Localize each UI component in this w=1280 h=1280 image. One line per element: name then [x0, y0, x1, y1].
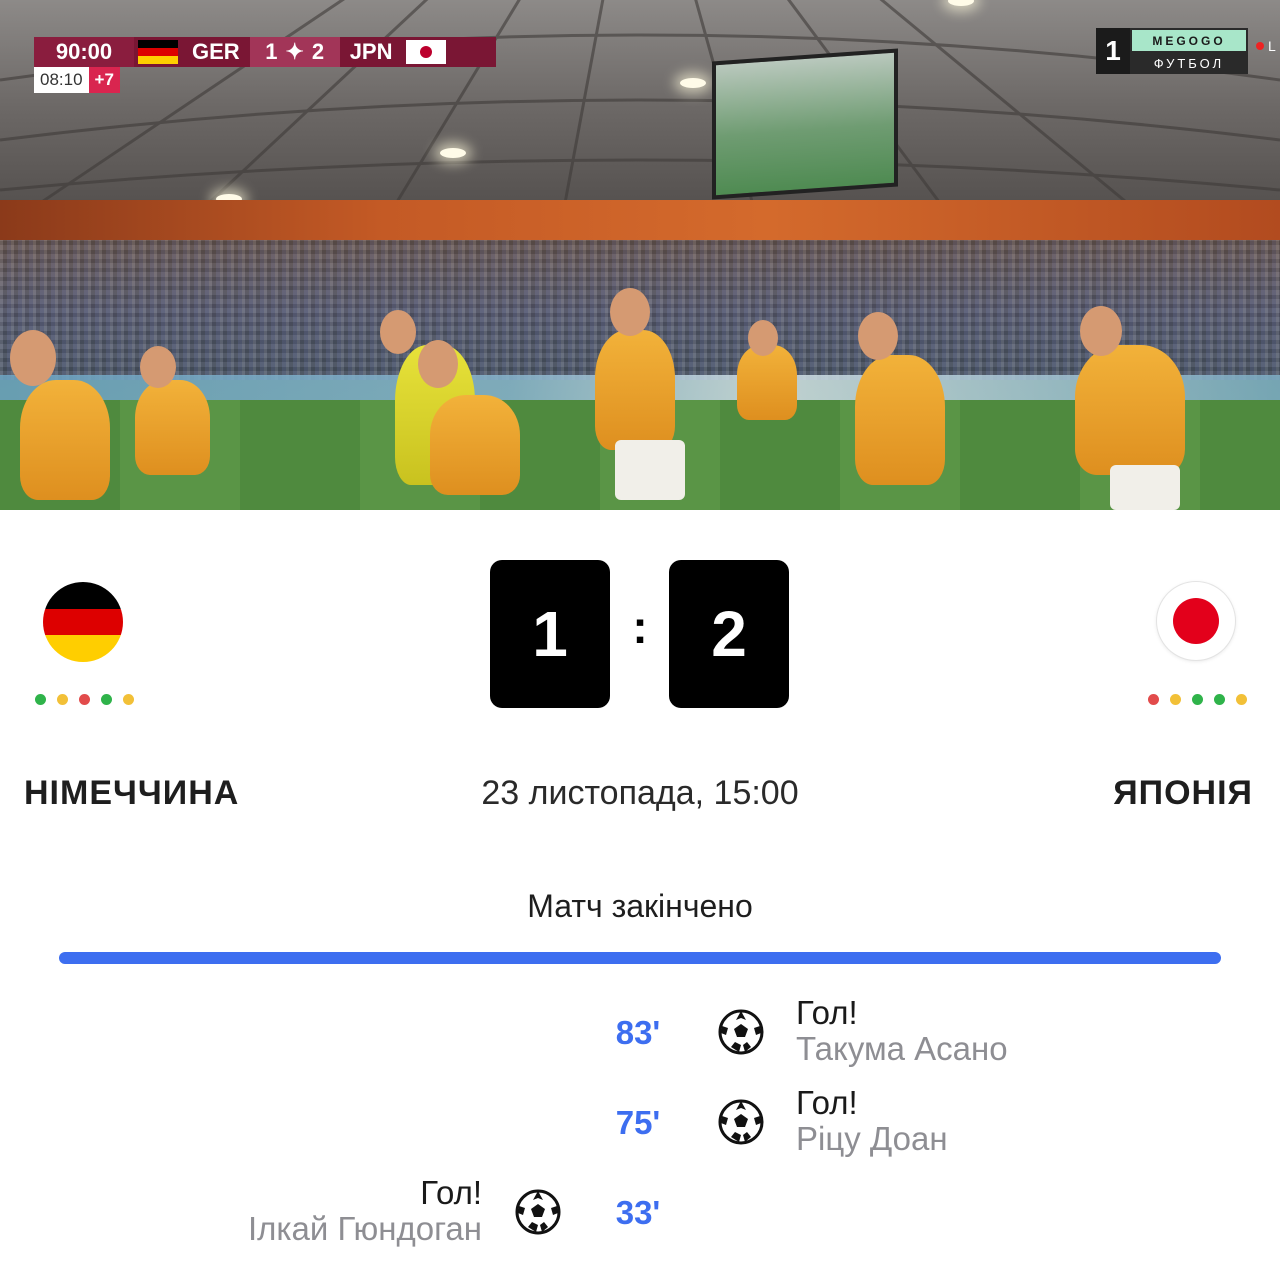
event-player[interactable]: Такума Асано: [796, 1030, 1008, 1068]
scorebug-subline: 08:10 +7: [34, 67, 120, 93]
player-head: [858, 312, 898, 360]
soccer-ball-icon: [717, 1098, 765, 1146]
event-minute: 33': [615, 1194, 661, 1231]
home-team-name[interactable]: НІМЕЧЧИНА: [24, 774, 239, 813]
player-head: [10, 330, 56, 386]
match-video[interactable]: 90:00 GER 1 ✦ 2 JPN 08:10 +7 1 MEGOGO ФУ…: [0, 0, 1280, 510]
tv-scorebug: 90:00 GER 1 ✦ 2 JPN: [34, 37, 496, 67]
stadium-light: [680, 78, 706, 88]
score-separator: :: [632, 601, 648, 653]
form-dot: [1236, 694, 1247, 705]
player: [430, 395, 520, 495]
player: [737, 345, 797, 420]
form-dot: [1192, 694, 1203, 705]
event-minute: 75': [615, 1104, 661, 1141]
player-head: [140, 346, 176, 388]
scorebug-away-score: 2: [311, 39, 325, 64]
player: [1075, 345, 1185, 475]
player-head: [748, 320, 778, 356]
japan-flag-icon: [406, 40, 447, 64]
event-type: Гол!: [796, 1084, 858, 1121]
channel-name: ФУТБОЛ: [1153, 56, 1225, 71]
away-team-name[interactable]: ЯПОНІЯ: [1113, 774, 1253, 813]
scorebug-home-score: 1: [265, 39, 278, 64]
home-score: 1: [490, 560, 610, 708]
form-dot: [35, 694, 46, 705]
channel-number: 1: [1096, 28, 1130, 74]
form-dot: [123, 694, 134, 705]
scorebug-away-code: JPN: [349, 39, 393, 64]
event-type: Гол!: [796, 994, 858, 1031]
channel-brand: MEGOGO: [1132, 30, 1246, 51]
live-label: L: [1268, 38, 1276, 54]
home-team-flag[interactable]: [43, 582, 123, 662]
player: [855, 355, 945, 485]
away-score: 2: [669, 560, 789, 708]
player: [595, 330, 675, 450]
stadium-light: [440, 148, 466, 158]
player-head: [418, 340, 458, 388]
scorebug-time: 90:00: [34, 37, 134, 67]
channel-logo: 1 MEGOGO ФУТБОЛ: [1096, 28, 1248, 74]
scorebug-score: 1 ✦ 2: [249, 37, 340, 67]
soccer-ball-icon: [717, 1008, 765, 1056]
form-dot: [1214, 694, 1225, 705]
scorebug-home-code: GER: [192, 39, 240, 64]
event-minute: 83': [615, 1014, 661, 1051]
player-head: [1080, 306, 1122, 356]
match-progress-bar: [59, 952, 1221, 964]
home-team-form: [35, 694, 134, 705]
form-dot: [79, 694, 90, 705]
match-status: Матч закінчено: [527, 888, 753, 924]
event-player[interactable]: Ілкай Гюндоган: [248, 1210, 482, 1248]
away-team-flag[interactable]: [1157, 582, 1235, 660]
player-shorts: [1110, 465, 1180, 510]
match-date: 23 листопада, 15:00: [481, 774, 799, 812]
player: [135, 380, 210, 475]
form-dot: [101, 694, 112, 705]
form-dot: [57, 694, 68, 705]
event-player[interactable]: Ріцу Доан: [796, 1120, 948, 1158]
player-head: [380, 310, 416, 354]
event-type: Гол!: [420, 1174, 482, 1211]
world-cup-emblem-icon: ✦: [285, 39, 304, 64]
player-shorts: [615, 440, 685, 500]
live-dot-icon: [1256, 42, 1264, 50]
live-indicator: L: [1256, 38, 1276, 54]
form-dot: [1170, 694, 1181, 705]
player-head: [610, 288, 650, 336]
scorebug-added-time: +7: [88, 67, 120, 93]
germany-flag-icon: [138, 40, 178, 64]
away-team-form: [1148, 694, 1247, 705]
player: [20, 380, 110, 500]
scorebug-clock: 08:10: [34, 67, 89, 93]
soccer-ball-icon: [514, 1188, 562, 1236]
stadium-big-screen: [712, 48, 898, 200]
form-dot: [1148, 694, 1159, 705]
